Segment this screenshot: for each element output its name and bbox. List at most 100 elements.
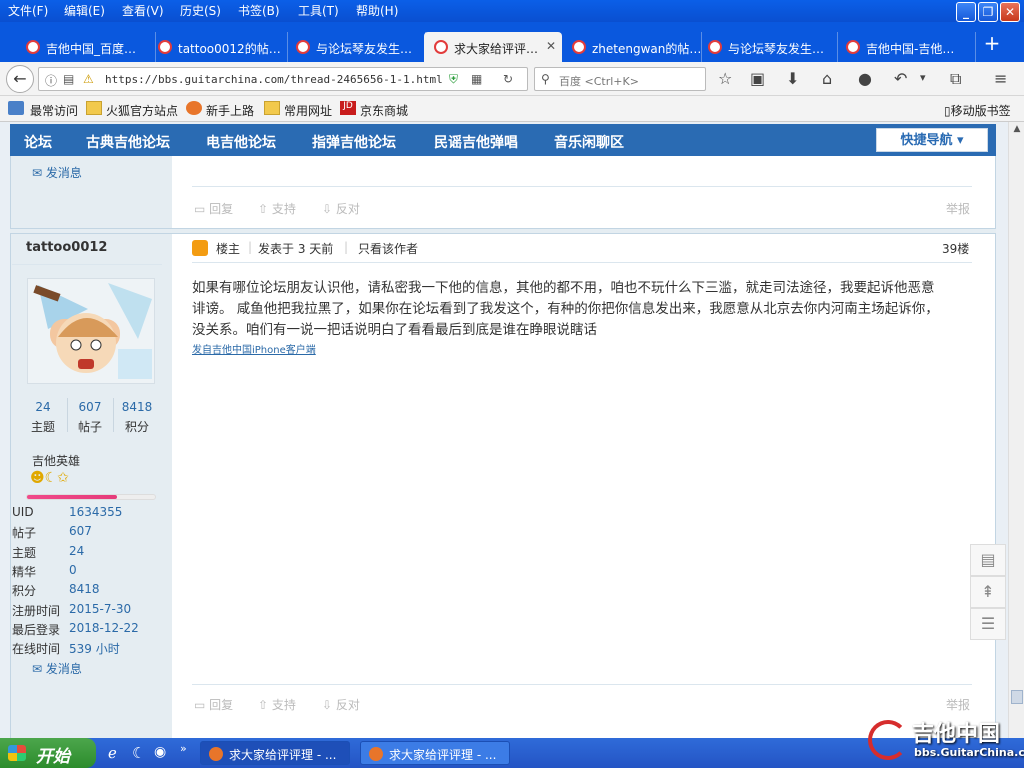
forum-nav-folk[interactable]: 民谣吉他弹唱 [434,132,518,152]
menu-view[interactable]: 查看(V) [122,2,164,19]
prev-oppose-button[interactable]: ⇩ 反对 [322,200,360,217]
profile-value[interactable]: 8418 [69,582,100,596]
ie-icon[interactable]: ℯ [108,744,117,762]
home-icon[interactable]: ⌂ [822,69,832,88]
bookmark-most-visited[interactable]: 最常访问 [30,102,78,119]
only-author-link[interactable]: 只看该作者 [358,240,418,257]
prev-report-link[interactable]: 举报 [946,200,970,217]
minimize-button[interactable]: _ [956,2,976,22]
undo-icon[interactable]: ↶ [894,69,907,88]
stat-credits-value[interactable]: 8418 [114,400,160,414]
floor-number[interactable]: 39楼 [942,240,969,257]
tab-active[interactable]: 求大家给评评… ✕ [424,32,562,62]
forum-nav-fingerstyle[interactable]: 指弹吉他论坛 [312,132,396,152]
menu-file[interactable]: 文件(F) [8,2,48,19]
mobile-bookmarks[interactable]: ▯移动版书签 [944,102,1011,119]
op-label: 楼主 [216,242,241,256]
taskbar-item-2[interactable]: 求大家给评评理 - ... [360,741,510,765]
bookmark-jd[interactable]: 京东商城 [360,102,408,119]
post-line: 没关系。咱们有一说一把话说明白了看看最后到底是谁在睁眼说瞎话 [192,322,597,338]
maximize-button[interactable]: ❐ [978,2,998,22]
windows-logo-icon [8,745,26,761]
browser-window: 文件(F) 编辑(E) 查看(V) 历史(S) 书签(B) 工具(T) 帮助(H… [0,0,1024,768]
profile-value[interactable]: 24 [69,544,84,558]
list-icon[interactable]: ☰ [970,608,1006,640]
scrollbar-thumb[interactable] [1011,690,1023,704]
close-window-button[interactable]: ✕ [1000,2,1020,22]
profile-value[interactable]: 1634355 [69,505,122,519]
profile-value[interactable]: 607 [69,524,92,538]
expand-icon[interactable]: » [180,742,187,755]
taskbar-item-1[interactable]: 求大家给评评理 - ... [200,741,350,765]
browser-quicklaunch-icon[interactable]: ☾ [132,744,145,762]
menu-bookmarks[interactable]: 书签(B) [238,2,280,19]
tab-5[interactable]: zhetengwan的帖… [562,32,702,62]
profile-label: UID [12,505,34,519]
new-tab-button[interactable]: + [980,32,1004,56]
guitarchina-logo-icon [868,720,908,760]
op-badge-icon [192,240,208,256]
tab-6[interactable]: 与论坛琴友发生… [698,32,838,62]
menu-tools[interactable]: 工具(T) [298,2,339,19]
tab-close-icon[interactable]: ✕ [546,39,556,53]
oppose-button[interactable]: ⇩ 反对 [322,696,360,713]
comment-icon[interactable]: ▤ [970,544,1006,576]
reload-icon[interactable]: ↻ [503,72,513,86]
tab-7[interactable]: 吉他中国-吉他… [836,32,976,62]
star-icon[interactable]: ☆ [718,69,732,88]
scroll-up-icon[interactable]: ▲ [1011,124,1023,138]
bookmarks-bar: 最常访问 火狐官方站点 新手上路 常用网址 JD 京东商城 ▯移动版书签 [0,96,1024,122]
info-icon[interactable]: ⓘ [45,72,57,89]
qr-icon[interactable]: ▦ [471,72,482,86]
tab-1[interactable]: 吉他中国_百度… [16,32,156,62]
tab-2[interactable]: tattoo0012的帖… [148,32,288,62]
back-to-top-icon[interactable]: ⇞ [970,576,1006,608]
page-scrollbar[interactable]: ▲ [1008,122,1024,738]
library-icon[interactable]: ▣ [750,69,765,88]
menu-history[interactable]: 历史(S) [180,2,221,19]
send-message-link[interactable]: ✉ 发消息 [32,660,82,677]
search-placeholder: 百度 <Ctrl+K> [559,75,639,88]
reader-icon[interactable]: ▤ [63,72,74,86]
prev-reply-button[interactable]: ▭ 回复 [194,200,233,217]
stat-threads-value[interactable]: 24 [20,400,66,414]
warning-icon[interactable]: ⚠ [83,72,94,86]
app-quicklaunch-icon[interactable]: ◉ [154,744,166,760]
chevron-down-icon[interactable]: ▾ [920,71,926,84]
profile-value[interactable]: 0 [69,563,77,577]
search-input[interactable]: ⚲ 百度 <Ctrl+K> [534,67,706,91]
stat-posts-value[interactable]: 607 [67,400,113,414]
post-source-link[interactable]: 发自吉他中国iPhone客户端 [192,341,316,356]
reply-button[interactable]: ▭ 回复 [194,696,233,713]
thumb-down-icon: ⇩ [322,698,336,712]
chat-icon[interactable]: ● [858,69,872,88]
quick-nav-button[interactable]: 快捷导航 ▾ [876,128,988,152]
url-text[interactable]: https://bbs.guitarchina.com/thread-24656… [105,73,443,86]
bookmark-common-sites[interactable]: 常用网址 [284,102,332,119]
url-bar[interactable]: ⓘ ▤ ⚠ https://bbs.guitarchina.com/thread… [38,67,528,91]
tab-3[interactable]: 与论坛琴友发生… [286,32,426,62]
download-icon[interactable]: ⬇ [786,69,799,88]
forum-nav-home[interactable]: 论坛 [24,132,52,152]
menu-edit[interactable]: 编辑(E) [64,2,105,19]
menu-icon[interactable]: ≡ [994,69,1007,88]
prev-send-message-link[interactable]: ✉ 发消息 [32,164,82,181]
forum-nav-electric[interactable]: 电吉他论坛 [206,132,276,152]
shield-icon[interactable]: ⛨ [449,72,458,87]
phone-icon: ▯ [944,104,951,118]
user-rank[interactable]: 吉他英雄 [32,452,80,469]
forum-nav-music-chat[interactable]: 音乐闲聊区 [554,132,624,152]
task-label: 求大家给评评理 - ... [389,748,497,762]
screenshot-icon[interactable]: ⧉ [950,69,961,89]
back-icon[interactable]: ← [6,65,34,93]
prev-support-button[interactable]: ⇧ 支持 [258,200,296,217]
bookmark-firefox-site[interactable]: 火狐官方站点 [106,102,178,119]
bookmark-getting-started[interactable]: 新手上路 [206,102,254,119]
forum-nav-bar: 论坛 古典吉他论坛 电吉他论坛 指弹吉他论坛 民谣吉他弹唱 音乐闲聊区 快捷导航… [10,124,996,156]
menu-help[interactable]: 帮助(H) [356,2,398,19]
forum-nav-classical[interactable]: 古典吉他论坛 [86,132,170,152]
author-name[interactable]: tattoo0012 [26,240,107,255]
avatar[interactable] [27,278,155,384]
report-link[interactable]: 举报 [946,696,970,713]
support-button[interactable]: ⇧ 支持 [258,696,296,713]
